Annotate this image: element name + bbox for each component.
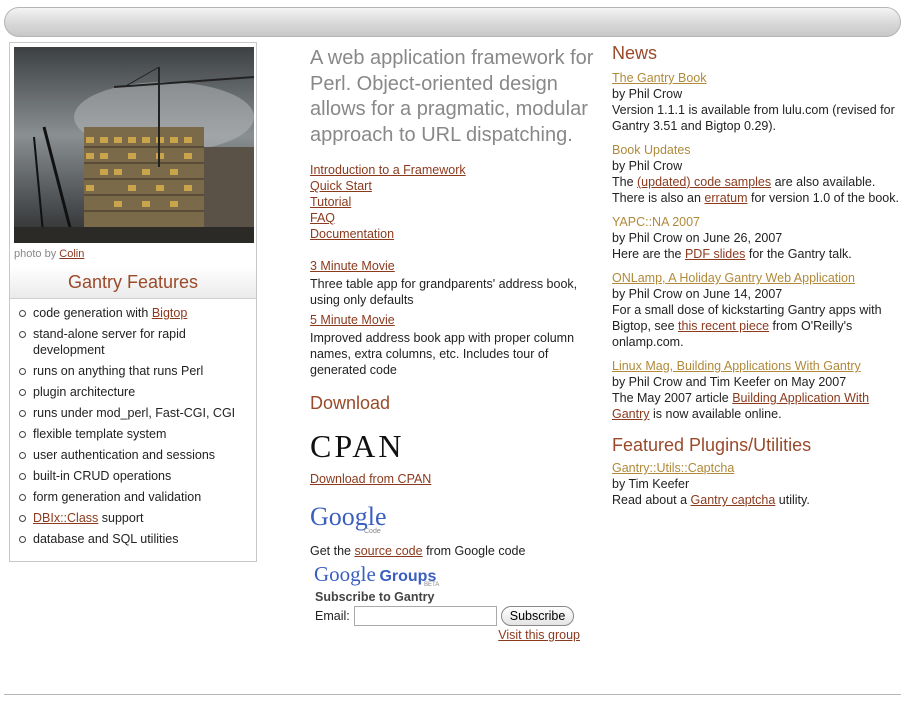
documentation-link[interactable]: Documentation [310, 226, 600, 242]
news-body-text: The [612, 175, 638, 189]
subscribe-button[interactable]: Subscribe [500, 606, 575, 626]
news-title-link[interactable]: Book Updates [612, 142, 900, 158]
bigtop-link[interactable]: Bigtop [152, 306, 187, 320]
plugins-title: Featured Plugins/Utilities [612, 435, 812, 455]
google-code-line: Get the source code from Google code [310, 544, 600, 558]
source-code-link[interactable]: source code [354, 544, 422, 558]
left-sidebar: photo by Colin Gantry Features code gene… [9, 42, 257, 562]
feature-item: code generation with Bigtop [19, 305, 256, 321]
features-title: Gantry Features [10, 267, 256, 299]
feature-text: support [98, 511, 144, 525]
subscribe-form: Email: Subscribe [315, 606, 600, 626]
news-title: News [612, 43, 658, 63]
google-groups-logo[interactable]: Google Groups BETA [314, 562, 600, 588]
dbix-class-link[interactable]: DBIx::Class [33, 511, 98, 525]
download-title: Download [310, 393, 391, 413]
feature-item: plugin architecture [19, 384, 256, 400]
faq-link[interactable]: FAQ [310, 210, 600, 226]
google-code-prefix: Get the [310, 544, 355, 558]
news-body: The (updated) code samples are also avai… [612, 174, 900, 206]
news-item: ONLamp, A Holiday Gantry Web Application… [612, 270, 900, 350]
three-minute-movie-link[interactable]: 3 Minute Movie [310, 258, 600, 274]
plugin-body: Read about a Gantry captcha utility. [612, 492, 900, 508]
visit-group-link[interactable]: Visit this group [498, 628, 580, 642]
photo-credit: photo by Colin [14, 248, 84, 260]
feature-item: runs under mod_perl, Fast-CGI, CGI [19, 405, 256, 421]
news-item: The Gantry Book by Phil Crow Version 1.1… [612, 70, 900, 134]
feature-item: user authentication and sessions [19, 447, 256, 463]
photo-credit-link[interactable]: Colin [59, 248, 84, 260]
groups-google-text: Google [314, 562, 376, 586]
plugin-title-link[interactable]: Gantry::Utils::Captcha [612, 460, 900, 476]
quick-start-link[interactable]: Quick Start [310, 178, 600, 194]
news-byline: by Phil Crow on June 26, 2007 [612, 231, 783, 245]
google-code-suffix: from Google code [422, 544, 526, 558]
erratum-link[interactable]: erratum [704, 191, 747, 205]
tagline: A web application framework for Perl. Ob… [310, 47, 594, 146]
recent-piece-link[interactable]: this recent piece [678, 319, 769, 333]
five-minute-movie-link[interactable]: 5 Minute Movie [310, 312, 600, 328]
cpan-logo-text: CPAN [310, 428, 405, 464]
news-item: Book Updates by Phil Crow The (updated) … [612, 142, 900, 206]
email-field[interactable] [353, 606, 497, 626]
news-title-link[interactable]: The Gantry Book [612, 70, 900, 86]
plugin-body-text: utility. [775, 493, 810, 507]
three-minute-movie-desc: Three table app for grandparents' addres… [310, 277, 578, 307]
feature-item: DBIx::Class support [19, 510, 256, 526]
footer-divider [4, 694, 901, 695]
news-body: Here are the PDF slides for the Gantry t… [612, 246, 900, 262]
google-code-logo[interactable]: Google Code [310, 502, 600, 535]
news-title-link[interactable]: YAPC::NA 2007 [612, 214, 900, 230]
feature-item: built-in CRUD operations [19, 468, 256, 484]
feature-item: form generation and validation [19, 489, 256, 505]
news-body: For a small dose of kickstarting Gantry … [612, 302, 900, 350]
news-item: YAPC::NA 2007 by Phil Crow on June 26, 2… [612, 214, 900, 262]
news-body-text: for the Gantry talk. [745, 247, 852, 261]
plugin-item: Gantry::Utils::Captcha by Tim Keefer Rea… [612, 460, 900, 508]
features-list: code generation with Bigtop stand-alone … [10, 305, 256, 552]
news-title-link[interactable]: Linux Mag, Building Applications With Ga… [612, 358, 900, 374]
doc-links: Introduction to a Framework Quick Start … [310, 162, 600, 242]
cpan-logo[interactable]: CPAN [310, 428, 600, 466]
google-logo-text: Google [310, 502, 387, 531]
subscribe-title: Subscribe to Gantry [315, 590, 435, 604]
google-code-sub: Code [364, 528, 381, 535]
code-samples-link[interactable]: (updated) code samples [637, 175, 771, 189]
email-label: Email: [315, 609, 350, 623]
news-body-text: for version 1.0 of the book. [747, 191, 899, 205]
main-column: A web application framework for Perl. Ob… [310, 46, 600, 642]
news-byline: by Phil Crow and Tim Keefer on May 2007 [612, 375, 847, 389]
news-title-link[interactable]: ONLamp, A Holiday Gantry Web Application [612, 270, 900, 286]
news-body-text: The May 2007 article [612, 391, 733, 405]
feature-item: database and SQL utilities [19, 531, 256, 547]
news-body: Version 1.1.1 is available from lulu.com… [612, 103, 895, 133]
groups-beta: BETA [424, 582, 440, 588]
news-body: The May 2007 article Building Applicatio… [612, 390, 900, 422]
pdf-slides-link[interactable]: PDF slides [685, 247, 745, 261]
feature-item: stand-alone server for rapid development [19, 326, 256, 358]
five-minute-movie-desc: Improved address book app with proper co… [310, 331, 575, 377]
news-column: News The Gantry Book by Phil Crow Versio… [612, 42, 900, 508]
feature-item: runs on anything that runs Perl [19, 363, 256, 379]
plugin-byline: by Tim Keefer [612, 477, 690, 491]
intro-link[interactable]: Introduction to a Framework [310, 162, 600, 178]
news-item: Linux Mag, Building Applications With Ga… [612, 358, 900, 422]
news-byline: by Phil Crow [612, 159, 683, 173]
top-banner-bar [4, 7, 901, 37]
news-body-text: Here are the [612, 247, 685, 261]
news-body-text: is now available online. [649, 407, 782, 421]
gantry-captcha-link[interactable]: Gantry captcha [691, 493, 776, 507]
construction-photo [14, 47, 254, 243]
plugin-body-text: Read about a [612, 493, 691, 507]
news-byline: by Phil Crow [612, 87, 683, 101]
news-byline: by Phil Crow on June 14, 2007 [612, 287, 783, 301]
photo-credit-prefix: photo by [14, 248, 57, 260]
feature-text: code generation with [33, 306, 152, 320]
feature-item: flexible template system [19, 426, 256, 442]
download-cpan-link[interactable]: Download from CPAN [310, 472, 600, 486]
tutorial-link[interactable]: Tutorial [310, 194, 600, 210]
